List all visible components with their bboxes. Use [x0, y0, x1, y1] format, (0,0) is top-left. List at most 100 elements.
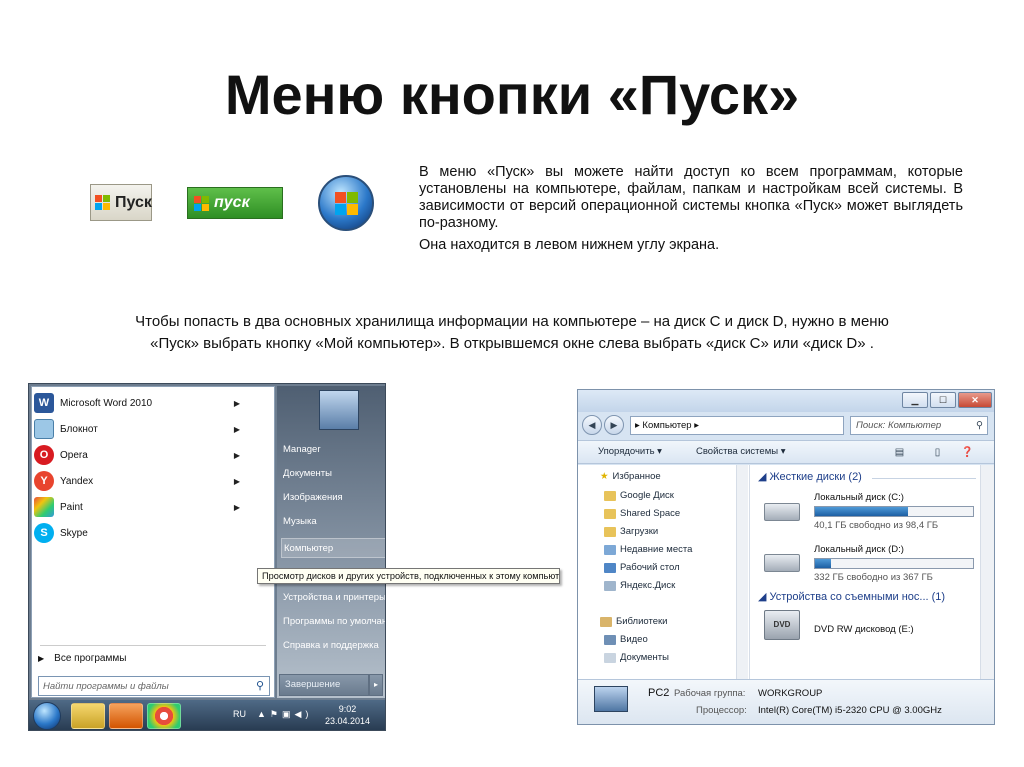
taskbar-clock[interactable]: 9:02 23.04.2014 — [325, 703, 370, 727]
drive-d-free: 332 ГБ свободно из 367 ГБ — [814, 572, 933, 583]
start-orb-icon[interactable] — [33, 702, 61, 730]
navigation-pane: ★ Избранное Google Диск Shared Space Заг… — [578, 465, 750, 679]
star-icon: ★ — [600, 471, 609, 482]
paint-icon — [34, 497, 54, 517]
program-item-paint[interactable]: Paint ▶ — [34, 495, 246, 519]
system-properties-label: Свойства системы — [696, 446, 779, 457]
nav-item-desktop[interactable]: Рабочий стол — [604, 562, 680, 573]
nav-label: Загрузки — [620, 526, 659, 537]
program-item-yandex[interactable]: Y Yandex ▶ — [34, 469, 246, 493]
window-titlebar: ▁ ☐ ✕ — [578, 390, 994, 412]
search-icon: ⚲ — [255, 680, 264, 692]
place-item-help[interactable]: Справка и поддержка — [281, 636, 385, 656]
address-bar[interactable]: ▸ Компьютер ▸ — [630, 416, 844, 435]
address-text: Компьютер — [642, 420, 692, 431]
nav-item-recent[interactable]: Недавние места — [604, 544, 692, 555]
program-item-notepad[interactable]: Блокнот ▶ — [34, 417, 246, 441]
nav-scrollbar[interactable] — [736, 465, 748, 679]
system-tray-icons[interactable]: ▲⚑▣◀) — [257, 709, 312, 720]
place-item-pictures[interactable]: Изображения — [281, 488, 385, 508]
nav-label: Shared Space — [620, 508, 681, 519]
place-item-computer[interactable]: Компьютер — [281, 538, 385, 558]
computer-name: PC2 — [648, 687, 670, 699]
nav-item-yandex-disk[interactable]: Яндекс.Диск — [604, 580, 675, 591]
content-scrollbar[interactable] — [980, 465, 994, 679]
help-icon[interactable]: ❓ — [960, 445, 975, 460]
group-header-hard-disks[interactable]: ◢ Жесткие диски (2) — [758, 470, 862, 483]
program-label: Opera — [60, 449, 88, 461]
back-icon[interactable]: ◀ — [582, 415, 602, 435]
shutdown-button[interactable]: Завершение работы — [279, 674, 369, 710]
maximize-icon[interactable]: ☐ — [930, 392, 956, 408]
desktop-icon — [604, 562, 616, 573]
all-programs-label: Все программы — [54, 653, 127, 664]
details-pane: PC2 Рабочая группа: WORKGROUP Процессор:… — [578, 679, 994, 724]
system-properties-button[interactable]: Свойства системы ▾ — [696, 446, 785, 457]
instruction-line: «Пуск» выбрать кнопку «Мой компьютер». В… — [150, 335, 874, 352]
folder-icon — [604, 490, 616, 501]
place-item-documents[interactable]: Документы — [281, 464, 385, 484]
drive-c-name[interactable]: Локальный диск (C:) — [814, 492, 904, 503]
preview-pane-icon[interactable]: ▯ — [930, 445, 945, 460]
start-search-input[interactable]: Найти программы и файлы ⚲ — [38, 676, 270, 696]
nav-item-google-drive[interactable]: Google Диск — [604, 490, 674, 501]
group-divider — [872, 478, 976, 479]
start-orb-win7[interactable] — [318, 175, 374, 231]
group-header-label: Жесткие диски (2) — [769, 471, 862, 483]
start-button-classic[interactable]: Пуск — [90, 184, 152, 221]
program-item-skype[interactable]: S Skype — [34, 521, 246, 545]
place-item-devices[interactable]: Устройства и принтеры — [281, 588, 385, 608]
place-item-default-programs[interactable]: Программы по умолчанию — [281, 612, 385, 632]
start-menu-screenshot: W Microsoft Word 2010 ▶ Блокнот ▶ O Oper… — [28, 383, 386, 731]
skype-icon: S — [34, 523, 54, 543]
view-options-icon[interactable]: ▤ — [892, 445, 907, 460]
nav-item-video[interactable]: Видео — [604, 634, 648, 645]
minimize-icon[interactable]: ▁ — [902, 392, 928, 408]
language-indicator[interactable]: RU — [233, 709, 246, 719]
nav-label: Документы — [620, 652, 669, 663]
windows-flag-icon — [194, 195, 209, 211]
chrome-taskbar-icon[interactable] — [147, 703, 181, 729]
search-placeholder: Найти программы и файлы — [43, 680, 169, 692]
notepad-icon — [34, 419, 54, 439]
word-icon: W — [34, 393, 54, 413]
recent-places-icon — [604, 544, 616, 555]
opera-icon: O — [34, 445, 54, 465]
nav-libraries[interactable]: Библиотеки — [600, 616, 667, 627]
dvd-drive-name[interactable]: DVD RW дисковод (E:) — [814, 624, 914, 635]
media-player-taskbar-icon[interactable] — [109, 703, 143, 729]
place-item-manager[interactable]: Manager — [281, 440, 385, 460]
submenu-arrow-icon: ▶ — [233, 450, 240, 460]
explorer-search-input[interactable]: Поиск: Компьютер ⚲ — [850, 416, 988, 435]
nav-item-downloads[interactable]: Загрузки — [604, 526, 658, 537]
start-button-xp[interactable]: пуск — [187, 187, 283, 219]
slide-title: Меню кнопки «Пуск» — [224, 63, 800, 126]
drive-d-name[interactable]: Локальный диск (D:) — [814, 544, 904, 555]
group-header-removable[interactable]: ◢ Устройства со съемными нос... (1) — [758, 590, 945, 603]
folder-icon — [604, 508, 616, 519]
program-item-opera[interactable]: O Opera ▶ — [34, 443, 246, 467]
submenu-arrow-icon: ▶ — [233, 424, 240, 434]
nav-item-documents[interactable]: Документы — [604, 652, 669, 663]
all-programs-item[interactable]: ▶ Все программы — [38, 653, 126, 664]
clock-time: 9:02 — [338, 704, 357, 714]
nav-label: Видео — [620, 634, 648, 645]
close-icon[interactable]: ✕ — [958, 392, 992, 408]
shutdown-options-arrow-icon[interactable]: ▸ — [369, 674, 383, 696]
program-item-word[interactable]: W Microsoft Word 2010 ▶ — [34, 391, 246, 415]
submenu-arrow-icon: ▶ — [233, 476, 240, 486]
organize-button[interactable]: Упорядочить ▾ — [598, 446, 662, 457]
instruction-paragraph: Чтобы попасть в два основных хранилища и… — [40, 311, 984, 355]
description: В меню «Пуск» вы можете найти доступ ко … — [419, 164, 963, 259]
place-item-music[interactable]: Музыка — [281, 512, 385, 532]
drive-d-usage-bar — [814, 558, 974, 569]
cpu-label: Процессор: — [696, 705, 747, 716]
nav-item-shared-space[interactable]: Shared Space — [604, 508, 680, 519]
explorer-taskbar-icon[interactable] — [71, 703, 105, 729]
separator — [40, 645, 266, 646]
clock-date: 23.04.2014 — [325, 716, 371, 726]
nav-favorites[interactable]: ★ Избранное — [600, 471, 661, 482]
user-picture-icon — [319, 390, 359, 430]
computer-tooltip: Просмотр дисков и других устройств, подк… — [257, 568, 560, 584]
forward-icon[interactable]: ▶ — [604, 415, 624, 435]
